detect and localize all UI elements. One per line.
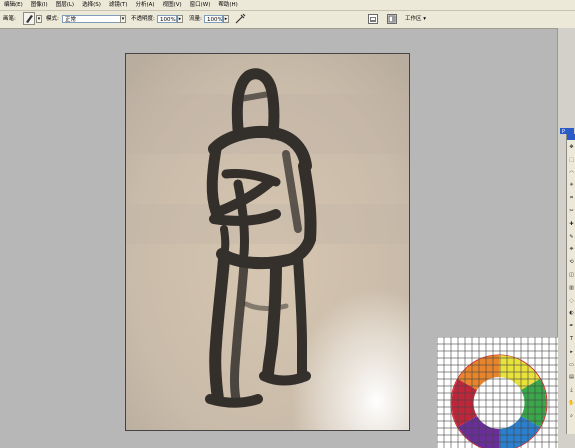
move-icon[interactable]: ✥ (568, 144, 575, 151)
hand-icon[interactable]: ✋ (568, 400, 575, 407)
tools-panel-titlebar[interactable] (567, 134, 575, 140)
blur-icon[interactable]: ◌ (568, 298, 575, 305)
workspace-label: 工作区 (405, 16, 422, 22)
workspace-menu[interactable]: 工作区 ▾ (405, 15, 426, 23)
dodge-icon[interactable]: ◐ (568, 310, 575, 317)
file-browser-icon[interactable] (368, 14, 378, 24)
opacity-slider-button[interactable]: ▸ (177, 15, 183, 23)
lasso-icon[interactable]: ◠ (568, 170, 575, 177)
brush-label: 画笔: (3, 16, 16, 22)
type-icon[interactable]: T (568, 336, 575, 343)
menu-item[interactable]: 滤镜(T) (105, 0, 132, 10)
panel-letter: P (562, 129, 565, 135)
brush-preset-picker[interactable] (23, 12, 35, 25)
opacity-label: 不透明度: (131, 16, 155, 22)
brush-size-dropdown[interactable]: ▾ (36, 15, 42, 23)
magic-wand-icon[interactable]: ✳ (568, 182, 575, 189)
healing-icon[interactable]: ✚ (568, 221, 575, 228)
menu-item[interactable]: 编辑(E) (0, 0, 27, 10)
menu-bar: 编辑(E) 图像(I) 图层(L) 选择(S) 滤镜(T) 分析(A) 视图(V) 窗口(W)… (0, 0, 575, 11)
flow-slider-button[interactable]: ▸ (223, 15, 229, 23)
path-select-icon[interactable]: ▸ (568, 349, 575, 356)
pen-icon[interactable]: ✒ (568, 323, 575, 330)
history-brush-icon[interactable]: ⟲ (568, 259, 575, 266)
mode-select[interactable]: 正常 (62, 15, 126, 23)
gradient-icon[interactable]: ▥ (568, 285, 575, 292)
color-wheel-image (437, 337, 558, 448)
menu-item[interactable]: 分析(A) (132, 0, 159, 10)
options-bar: 画笔: ▾ 模式: 正常 ▾ 不透明度: 100% ▸ 流量: 100% ▸ 工… (0, 11, 575, 29)
menu-item[interactable]: 图层(L) (52, 0, 78, 10)
figure-sketch (126, 54, 409, 430)
mode-select-arrow[interactable]: ▾ (120, 15, 126, 23)
menu-item[interactable]: 窗口(W) (186, 0, 215, 10)
document-canvas[interactable] (125, 53, 410, 431)
eyedropper-icon[interactable]: ⤓ (568, 387, 575, 394)
shape-icon[interactable]: ▭ (568, 362, 575, 369)
stamp-icon[interactable]: ⎈ (568, 246, 575, 253)
slice-icon[interactable]: ✂ (568, 208, 575, 215)
flow-label: 流量: (189, 16, 202, 22)
menu-item[interactable]: 视图(V) (159, 0, 186, 10)
opacity-field[interactable]: 100% (157, 15, 177, 23)
crop-icon[interactable]: ⌗ (568, 195, 575, 202)
eraser-icon[interactable]: ◫ (568, 272, 575, 279)
zoom-icon[interactable]: ⌕ (568, 413, 575, 420)
brush-icon[interactable]: ✎ (568, 234, 575, 241)
toggle-palettes-icon[interactable] (387, 14, 397, 24)
notes-icon[interactable]: ▤ (568, 374, 575, 381)
brush-tip-icon (26, 15, 33, 23)
menu-item[interactable]: 帮助(H) (214, 0, 241, 10)
airbrush-icon[interactable] (235, 13, 246, 24)
tools-panel: ✥ ⬚ ◠ ✳ ⌗ ✂ ✚ ✎ ⎈ ⟲ ◫ ▥ ◌ ◐ ✒ T ▸ ▭ ▤ ⤓ ✋ ⌕ (566, 134, 575, 434)
marquee-icon[interactable]: ⬚ (568, 157, 575, 164)
flow-field[interactable]: 100% (204, 15, 223, 23)
menu-item[interactable]: 选择(S) (78, 0, 105, 10)
menu-item[interactable]: 图像(I) (27, 0, 52, 10)
mode-label: 模式: (46, 16, 59, 22)
